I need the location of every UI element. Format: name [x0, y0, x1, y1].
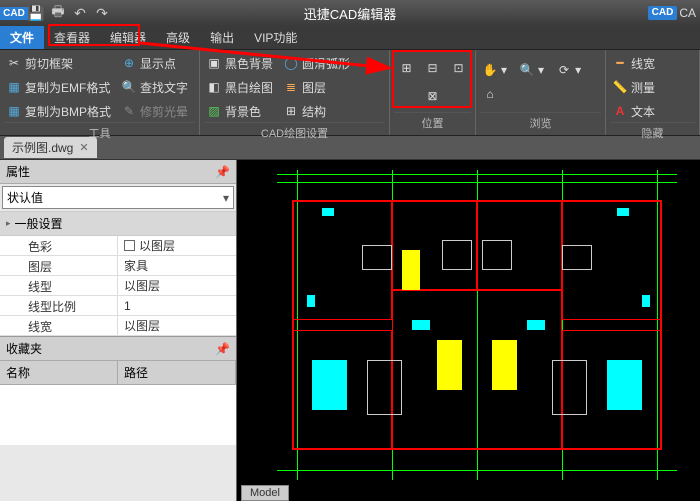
btn-rotate[interactable]: ⟳▾	[554, 59, 583, 81]
main-area: 属性 📌 状认值 ▾ 一般设置 色彩 以图层 图层家具 线型以图层 线型比例1	[0, 160, 700, 501]
blackbg-icon: ▣	[206, 55, 222, 71]
file-tab-label: 示例图.dwg	[12, 139, 73, 156]
cad-badge-icon: CAD	[648, 6, 678, 20]
btn-find-text[interactable]: 🔍查找文字	[119, 76, 190, 98]
redo-icon[interactable]: ↷	[92, 3, 112, 23]
col-name[interactable]: 名称	[0, 361, 118, 384]
btn-copy-emf[interactable]: ▦复制为EMF格式	[4, 76, 113, 98]
ribbon-group-cadset: ▣黑色背景 ◧黑白绘图 ▨背景色 ◯圆滑弧形 ≣图层 ⊞结构 CAD绘图设置	[200, 50, 390, 135]
struct-icon: ⊞	[283, 103, 299, 119]
menu-file[interactable]: 文件	[0, 26, 44, 49]
polish-icon: ✎	[121, 103, 137, 119]
group-label-cadset: CAD绘图设置	[204, 122, 385, 143]
close-tab-icon[interactable]: ✕	[79, 141, 88, 154]
btn-show-point[interactable]: ⊕显示点	[119, 52, 190, 74]
search-icon: 🔍	[121, 79, 137, 95]
title-right-text: CA	[679, 6, 696, 20]
model-tab[interactable]: Model	[241, 485, 289, 501]
checkbox-icon[interactable]	[124, 240, 135, 251]
cad-logo-icon: CAD	[4, 3, 24, 23]
rotate-icon: ⟳	[556, 62, 572, 78]
clip-icon: ✂	[6, 55, 22, 71]
highlight-position-group	[392, 50, 472, 108]
menu-vip[interactable]: VIP功能	[244, 26, 307, 49]
print-icon[interactable]: 🖶	[48, 3, 68, 23]
chevron-down-icon: ▾	[223, 191, 229, 205]
ribbon-group-tools: ✂剪切框架 ▦复制为EMF格式 ▦复制为BMP格式 ⊕显示点 🔍查找文字 ✎修剪…	[0, 50, 200, 135]
pin-icon-2[interactable]: 📌	[215, 342, 230, 356]
hand-icon: ✋	[482, 62, 498, 78]
menu-output[interactable]: 输出	[200, 26, 244, 49]
panel-title: 属性	[6, 163, 30, 180]
ribbon: ✂剪切框架 ▦复制为EMF格式 ▦复制为BMP格式 ⊕显示点 🔍查找文字 ✎修剪…	[0, 50, 700, 136]
arc-icon: ◯	[283, 55, 299, 71]
btn-smooth-arc[interactable]: ◯圆滑弧形	[281, 52, 352, 74]
btn-text[interactable]: A文本	[610, 100, 657, 122]
btn-clip-frame[interactable]: ✂剪切框架	[4, 52, 113, 74]
btn-pan[interactable]: ✋▾	[480, 59, 509, 81]
btn-zoom[interactable]: 🔍▾	[517, 59, 546, 81]
btn-home[interactable]: ⌂	[480, 83, 500, 105]
save-icon[interactable]: 💾	[26, 3, 46, 23]
panel-header-fav: 收藏夹 📌	[0, 337, 236, 361]
group-label-position: 位置	[394, 112, 471, 133]
app-title: 迅捷CAD编辑器	[304, 4, 396, 23]
col-path[interactable]: 路径	[118, 361, 236, 384]
highlight-menu	[48, 24, 140, 46]
drawing-canvas[interactable]: Model	[237, 160, 700, 501]
prop-row-ltype[interactable]: 线型以图层	[0, 276, 236, 296]
favorites-panel: 收藏夹 📌 名称 路径	[0, 336, 236, 445]
floorplan	[247, 170, 690, 481]
combo-value: 状认值	[7, 189, 43, 206]
btn-copy-bmp[interactable]: ▦复制为BMP格式	[4, 100, 113, 122]
titlebar: CAD 💾 🖶 ↶ ↷ 迅捷CAD编辑器 CAD CA	[0, 0, 700, 26]
group-label-browse: 浏览	[480, 112, 601, 133]
layer-icon: ≣	[283, 79, 299, 95]
pin-icon[interactable]: 📌	[215, 165, 230, 179]
emf-icon: ▦	[6, 79, 22, 95]
prop-row-lw[interactable]: 线宽以图层	[0, 316, 236, 336]
home-icon: ⌂	[482, 86, 498, 102]
bgcolor-icon: ▨	[206, 103, 222, 119]
prop-row-color[interactable]: 色彩 以图层	[0, 236, 236, 256]
bw-icon: ◧	[206, 79, 222, 95]
property-grid: 色彩 以图层 图层家具 线型以图层 线型比例1 线宽以图层	[0, 236, 236, 336]
btn-bgcolor[interactable]: ▨背景色	[204, 100, 275, 122]
quick-access-toolbar: CAD 💾 🖶 ↶ ↷	[0, 3, 116, 23]
ruler-icon: 📏	[612, 79, 628, 95]
point-icon: ⊕	[121, 55, 137, 71]
properties-panel: 属性 📌 状认值 ▾ 一般设置 色彩 以图层 图层家具 线型以图层 线型比例1	[0, 160, 237, 501]
btn-black-bg[interactable]: ▣黑色背景	[204, 52, 275, 74]
btn-polish[interactable]: ✎修剪光晕	[119, 100, 190, 122]
props-type-combo[interactable]: 状认值 ▾	[2, 186, 234, 209]
panel-header-props: 属性 📌	[0, 160, 236, 184]
bmp-icon: ▦	[6, 103, 22, 119]
prop-row-layer[interactable]: 图层家具	[0, 256, 236, 276]
group-label-hide: 隐藏	[610, 122, 695, 143]
btn-layer[interactable]: ≣图层	[281, 76, 352, 98]
file-tab[interactable]: 示例图.dwg ✕	[4, 137, 97, 158]
menu-advanced[interactable]: 高级	[156, 26, 200, 49]
prop-row-lscale[interactable]: 线型比例1	[0, 296, 236, 316]
ribbon-group-hide: ━线宽 📏测量 A文本 隐藏	[606, 50, 700, 135]
zoom-icon: 🔍	[519, 62, 535, 78]
lw-icon: ━	[612, 55, 628, 71]
section-general[interactable]: 一般设置	[0, 211, 236, 236]
text-icon: A	[612, 103, 628, 119]
fav-body	[0, 385, 236, 445]
btn-measure[interactable]: 📏测量	[610, 76, 657, 98]
btn-bw-draw[interactable]: ◧黑白绘图	[204, 76, 275, 98]
undo-icon[interactable]: ↶	[70, 3, 90, 23]
btn-struct[interactable]: ⊞结构	[281, 100, 352, 122]
fav-title: 收藏夹	[6, 340, 42, 357]
fav-columns: 名称 路径	[0, 361, 236, 385]
ribbon-group-browse: ✋▾ 🔍▾ ⟳▾ ⌂ 浏览	[476, 50, 606, 135]
btn-linewidth[interactable]: ━线宽	[610, 52, 657, 74]
